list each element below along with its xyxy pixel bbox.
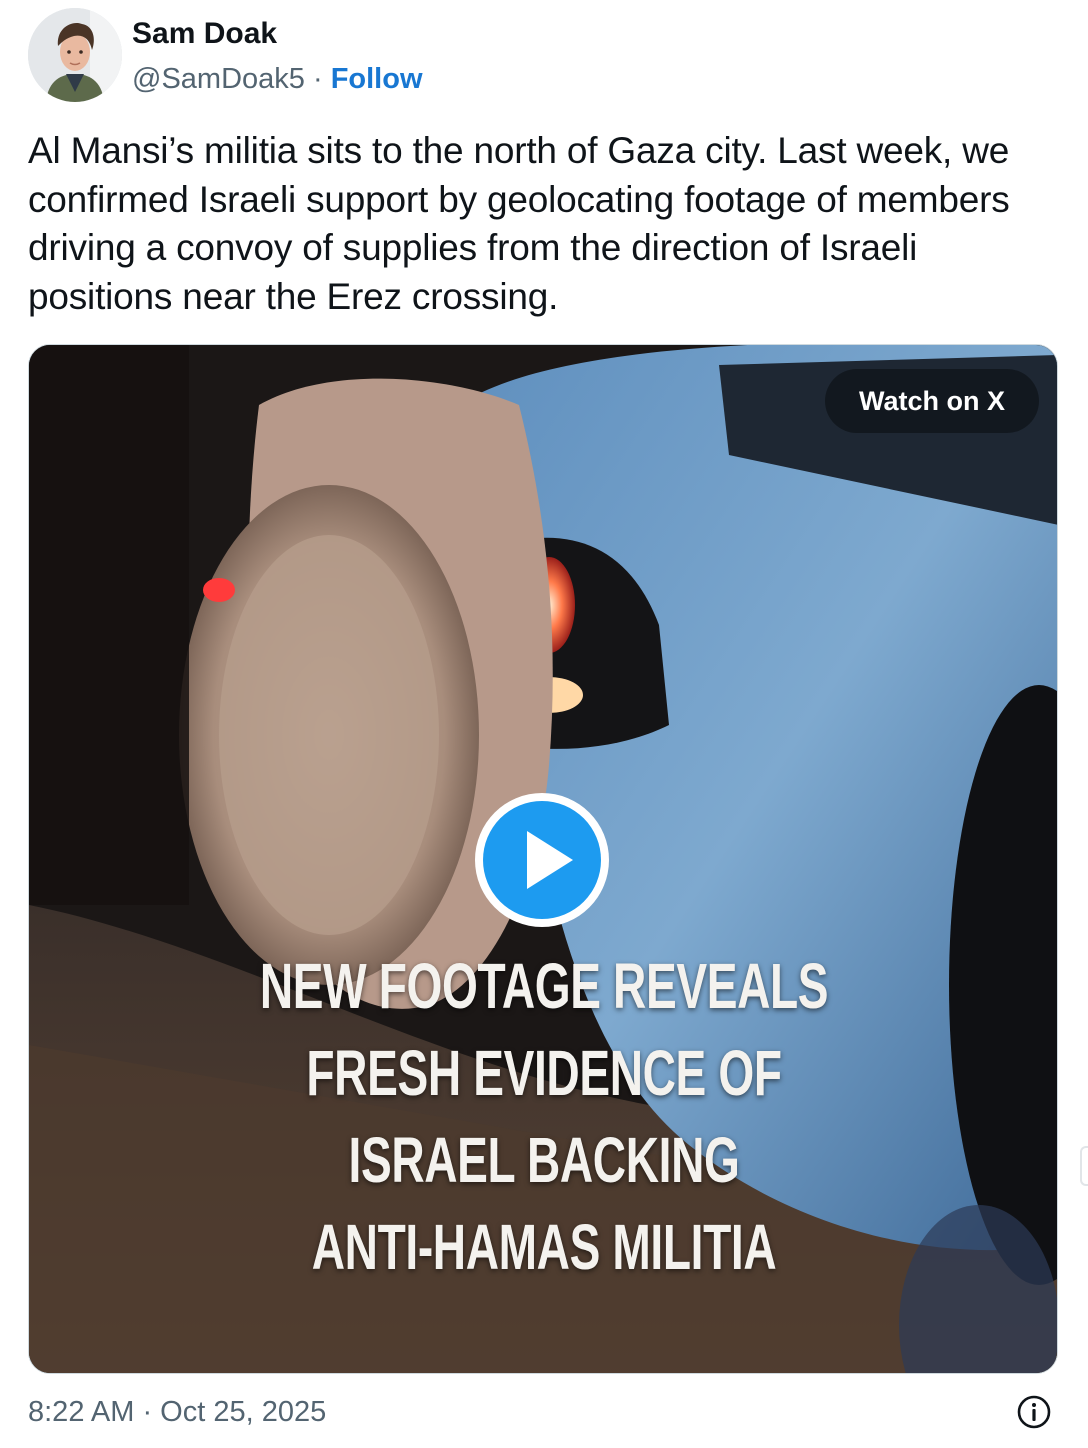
scroll-handle[interactable] xyxy=(1080,1146,1088,1186)
play-icon xyxy=(527,831,573,889)
play-button[interactable] xyxy=(475,793,609,927)
video-headline: NEW FOOTAGE REVEALS FRESH EVIDENCE OF IS… xyxy=(29,943,1057,1291)
author-handle-row: @SamDoak5 · Follow xyxy=(132,61,423,97)
avatar-image xyxy=(28,8,122,102)
info-icon[interactable] xyxy=(1016,1394,1052,1430)
headline-line: ANTI-HAMAS MILITIA xyxy=(311,1211,777,1283)
follow-button[interactable]: Follow xyxy=(331,63,423,95)
video-player[interactable]: Watch on X NEW FOOTAGE REVEALS FRESH EVI… xyxy=(28,344,1058,1374)
headline-line: NEW FOOTAGE REVEALS xyxy=(259,950,829,1022)
headline-line: ISRAEL BACKING xyxy=(348,1124,740,1196)
author-name[interactable]: Sam Doak xyxy=(132,16,277,52)
tweet-text: Al Mansi’s militia sits to the north of … xyxy=(28,130,1010,317)
tweet-card: Sam Doak @SamDoak5 · Follow Al Mansi’s m… xyxy=(0,0,1088,1448)
headline-line: FRESH EVIDENCE OF xyxy=(306,1037,782,1109)
tweet-timestamp[interactable]: 8:22 AM · Oct 25, 2025 xyxy=(28,1394,326,1430)
watch-on-x-button[interactable]: Watch on X xyxy=(825,369,1039,433)
separator-dot: · xyxy=(304,63,331,95)
author-handle[interactable]: @SamDoak5 xyxy=(132,63,305,95)
avatar[interactable] xyxy=(28,8,122,102)
